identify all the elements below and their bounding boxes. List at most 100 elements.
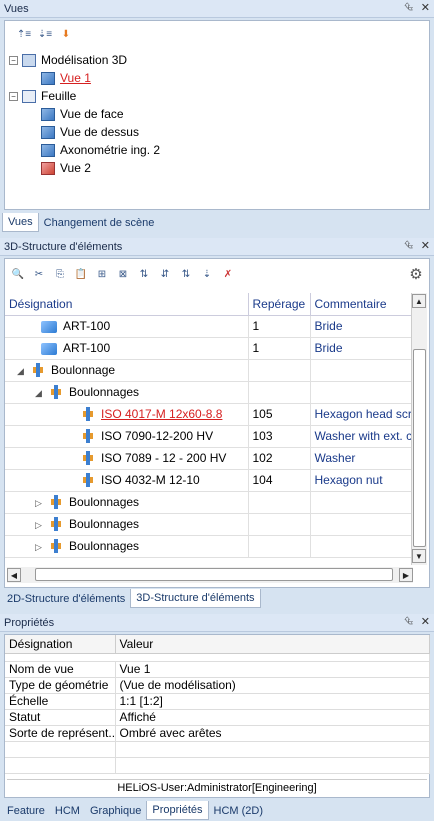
tree-item-feuille[interactable]: − Feuille	[9, 87, 76, 105]
tree-item-modelisation[interactable]: − Modélisation 3D	[9, 51, 127, 69]
status-text: HELiOS-User:Administrator[Engineering]	[7, 779, 427, 795]
table-row[interactable]: ART-100 1 Bride	[5, 337, 413, 360]
structure-panel-title: 3D-Structure d'éléments	[4, 240, 123, 253]
cut-icon[interactable]: ✂	[30, 265, 48, 283]
scroll-down-button[interactable]: ▼	[412, 549, 426, 563]
sort-a-icon[interactable]: ⇅	[135, 265, 153, 283]
props-panel-header: Propriétés ⮴ ✕	[0, 614, 434, 632]
close-icon[interactable]: ✕	[421, 615, 430, 628]
expand-arrow-icon[interactable]: ▷	[35, 520, 45, 531]
scroll-thumb[interactable]	[413, 349, 426, 547]
pin-icon[interactable]: ⮴	[404, 1, 413, 14]
delete-doc-icon[interactable]: ⊠	[114, 265, 132, 283]
expand-arrow-icon[interactable]: ▷	[35, 542, 45, 553]
tree-item-label: Vue 1	[60, 71, 91, 85]
cube-icon	[41, 320, 57, 333]
vertical-scrollbar[interactable]: ▲ ▼	[411, 293, 427, 565]
tab-proprietes[interactable]: Propriétés	[146, 801, 209, 820]
table-row[interactable]: ISO 7089 - 12 - 200 HV 102 Washer	[5, 447, 413, 470]
view-red-icon	[41, 161, 55, 175]
props-panel-title: Propriétés	[4, 616, 55, 629]
tab-vues[interactable]: Vues	[2, 213, 39, 232]
table-row[interactable]: ◢ Boulonnages	[5, 381, 413, 404]
collapse-icon[interactable]: −	[9, 91, 18, 101]
tab-graphique[interactable]: Graphique	[85, 801, 146, 820]
expand-arrow-icon[interactable]: ◢	[35, 388, 45, 399]
col-reperage[interactable]: Repérage	[248, 293, 311, 316]
props-area: Désignation Valeur Nom de vue Vue 1 Type…	[4, 634, 430, 798]
bolt-group-icon	[49, 539, 63, 554]
search-icon[interactable]: 🔍	[9, 265, 27, 283]
table-row[interactable]: ISO 4032-M 12-10 104 Hexagon nut	[5, 469, 413, 492]
table-row[interactable]: ISO 4017-M 12x60-8.8 105 Hexagon head sc…	[5, 403, 413, 426]
gear-icon[interactable]: ⚙	[407, 265, 425, 283]
bolt-icon	[81, 451, 95, 466]
table-row[interactable]: ISO 7090-12-200 HV 103 Washer with ext. …	[5, 425, 413, 448]
tab-changement-scene[interactable]: Changement de scène	[39, 213, 160, 232]
clear-filter-icon[interactable]: ✗	[219, 265, 237, 283]
horizontal-scrollbar[interactable]: ◀ ▶	[7, 567, 413, 583]
prop-row[interactable]: Type de géométrie (Vue de modélisation)	[5, 677, 430, 694]
col-designation: Désignation	[5, 635, 116, 654]
tab-3d-structure[interactable]: 3D-Structure d'éléments	[130, 589, 261, 608]
prop-row[interactable]: Échelle 1:1 [1:2]	[5, 693, 430, 710]
scroll-left-button[interactable]: ◀	[7, 568, 21, 582]
sort-up-icon[interactable]: ⇡≡	[15, 25, 33, 43]
bolt-icon	[81, 407, 95, 422]
model-3d-icon	[22, 53, 36, 67]
col-designation[interactable]: Désignation	[5, 293, 249, 316]
cube-icon	[41, 342, 57, 355]
tree-item-axonometrie[interactable]: Axonométrie ing. 2	[41, 141, 160, 159]
scroll-right-button[interactable]: ▶	[399, 568, 413, 582]
close-icon[interactable]: ✕	[421, 1, 430, 14]
paste-icon[interactable]: 📋	[72, 265, 90, 283]
tab-hcm[interactable]: HCM	[50, 801, 85, 820]
vues-toolbar: ⇡≡ ⇣≡ ⬇	[15, 25, 75, 43]
tree-item-label: Vue de dessus	[60, 125, 139, 139]
col-commentaire[interactable]: Commentaire	[310, 293, 413, 316]
sort-b-icon[interactable]: ⇵	[156, 265, 174, 283]
grid-header: Désignation Repérage Commentaire	[5, 293, 413, 316]
tree-item-vue-face[interactable]: Vue de face	[41, 105, 124, 123]
arrow-down-icon[interactable]: ⬇	[57, 25, 75, 43]
tree-item-label: Vue 2	[60, 161, 91, 175]
tab-2d-structure[interactable]: 2D-Structure d'éléments	[2, 589, 130, 608]
assembly-icon	[31, 363, 45, 378]
tree-item-vue2[interactable]: Vue 2	[41, 159, 91, 177]
tree-item-label: Feuille	[41, 89, 77, 103]
tree-item-label: Vue de face	[60, 107, 124, 121]
table-row[interactable]: ◢ Boulonnage	[5, 359, 413, 382]
table-row[interactable]: ART-100 1 Bride	[5, 315, 413, 338]
structure-toolbar: 🔍 ✂ ⎘ 📋 ⊞ ⊠ ⇅ ⇵ ⇅ ⇣ ✗	[9, 265, 237, 283]
insert-icon[interactable]: ⊞	[93, 265, 111, 283]
view-icon	[41, 71, 55, 85]
expand-arrow-icon[interactable]: ◢	[17, 366, 27, 377]
bolt-group-icon	[49, 517, 63, 532]
tab-hcm-2d[interactable]: HCM (2D)	[209, 801, 269, 820]
props-header: Désignation Valeur	[5, 635, 430, 654]
scroll-up-button[interactable]: ▲	[412, 294, 426, 308]
pin-icon[interactable]: ⮴	[404, 615, 413, 628]
vues-tree-area: ⇡≡ ⇣≡ ⬇ − Modélisation 3D Vue 1 − Feuill…	[4, 20, 430, 210]
prop-row[interactable]: Sorte de représent... Ombré avec arêtes	[5, 725, 430, 742]
tree-item-label: Axonométrie ing. 2	[60, 143, 161, 157]
bolt-group-icon	[49, 385, 63, 400]
sheet-icon	[22, 89, 36, 103]
prop-row[interactable]: Statut Affiché	[5, 709, 430, 726]
copy-icon[interactable]: ⎘	[51, 265, 69, 283]
sort-c-icon[interactable]: ⇅	[177, 265, 195, 283]
table-row[interactable]: ▷ Boulonnages	[5, 513, 413, 536]
prop-row[interactable]: Nom de vue Vue 1	[5, 661, 430, 678]
hscroll-thumb[interactable]	[35, 568, 393, 581]
tab-feature[interactable]: Feature	[2, 801, 50, 820]
tree-item-vue1[interactable]: Vue 1	[41, 69, 91, 87]
close-icon[interactable]: ✕	[421, 239, 430, 252]
expand-arrow-icon[interactable]: ▷	[35, 498, 45, 509]
table-row[interactable]: ▷ Boulonnages	[5, 491, 413, 514]
table-row[interactable]: ▷ Boulonnages	[5, 535, 413, 558]
sort-d-icon[interactable]: ⇣	[198, 265, 216, 283]
pin-icon[interactable]: ⮴	[404, 239, 413, 252]
collapse-icon[interactable]: −	[9, 55, 18, 65]
tree-item-vue-dessus[interactable]: Vue de dessus	[41, 123, 139, 141]
sort-down-icon[interactable]: ⇣≡	[36, 25, 54, 43]
